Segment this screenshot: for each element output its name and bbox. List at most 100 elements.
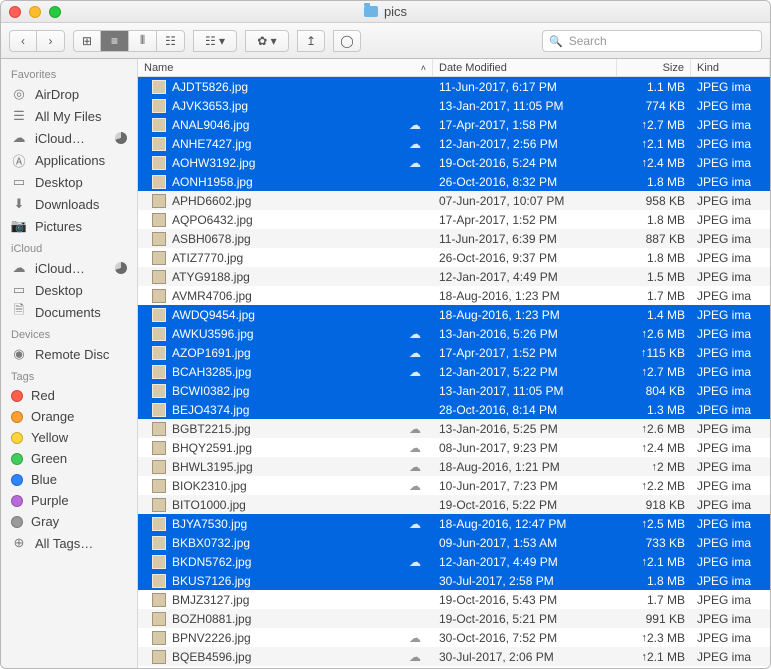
file-row[interactable]: BKBX0732.jpg09-Jun-2017, 1:53 AM 733 KBJ… [138,533,770,552]
sidebar-icon: ◉ [11,346,27,362]
sidebar-item-all-my-files[interactable]: ☰All My Files [1,105,137,127]
sidebar-item-documents[interactable]: 🗎Documents [1,301,137,323]
maximize-button[interactable] [49,6,61,18]
column-size[interactable]: Size [617,59,691,76]
file-thumbnail-icon [152,574,166,588]
search-input[interactable]: Search [542,30,762,52]
file-row[interactable]: AWKU3596.jpg☁13-Jan-2016, 5:26 PM↑ 2.6 M… [138,324,770,343]
arrange-menu[interactable]: ☷ ▾ [193,30,237,52]
sidebar-item-remote-disc[interactable]: ◉Remote Disc [1,343,137,365]
file-thumbnail-icon [152,213,166,227]
file-row[interactable]: ATIZ7770.jpg26-Oct-2016, 9:37 PM 1.8 MBJ… [138,248,770,267]
share-button[interactable]: ↥ [297,30,325,52]
forward-button[interactable]: › [37,30,65,52]
file-row[interactable]: BJYA7530.jpg☁18-Aug-2016, 12:47 PM↑ 2.5 … [138,514,770,533]
sidebar-item-applications[interactable]: ⒶApplications [1,149,137,171]
file-row[interactable]: AQPO6432.jpg17-Apr-2017, 1:52 PM 1.8 MBJ… [138,210,770,229]
file-row[interactable]: BKUS7126.jpg30-Jul-2017, 2:58 PM 1.8 MBJ… [138,571,770,590]
file-kind: JPEG ima [691,327,770,341]
file-size: 1.8 MB [647,213,685,227]
upload-arrow-icon: ↑ [631,518,647,530]
view-columns-button[interactable]: ⫴ [129,30,157,52]
file-kind: JPEG ima [691,270,770,284]
file-name: BQEB4596.jpg [172,650,397,664]
file-row[interactable]: BHWL3195.jpg☁18-Aug-2016, 1:21 PM↑ 2 MBJ… [138,457,770,476]
file-name: BPNV2226.jpg [172,631,397,645]
file-row[interactable]: ANHE7427.jpg☁12-Jan-2017, 2:56 PM↑ 2.1 M… [138,134,770,153]
file-row[interactable]: AJVK3653.jpg13-Jan-2017, 11:05 PM 774 KB… [138,96,770,115]
file-row[interactable]: BMJZ3127.jpg19-Oct-2016, 5:43 PM 1.7 MBJ… [138,590,770,609]
tag-label: Green [31,451,67,466]
tag-dot-icon [11,516,23,528]
tags-button[interactable]: ◯ [333,30,361,52]
file-date: 11-Jun-2017, 6:39 PM [433,232,617,246]
sidebar-label: Downloads [35,197,99,212]
file-size: 774 KB [646,99,685,113]
sidebar-item-airdrop[interactable]: ◎AirDrop [1,83,137,105]
file-kind: JPEG ima [691,574,770,588]
file-thumbnail-icon [152,422,166,436]
cloud-icon: ☁ [403,118,427,132]
file-row[interactable]: AVMR4706.jpg18-Aug-2016, 1:23 PM 1.7 MBJ… [138,286,770,305]
sidebar-tag-blue[interactable]: Blue [1,469,137,490]
file-row[interactable]: ASBH0678.jpg11-Jun-2017, 6:39 PM 887 KBJ… [138,229,770,248]
file-row[interactable]: BIOK2310.jpg☁10-Jun-2017, 7:23 PM↑ 2.2 M… [138,476,770,495]
file-name: ANAL9046.jpg [172,118,397,132]
file-thumbnail-icon [152,536,166,550]
cloud-icon: ☁ [403,555,427,569]
column-kind[interactable]: Kind [691,59,770,76]
file-row[interactable]: AWDQ9454.jpg18-Aug-2016, 1:23 PM 1.4 MBJ… [138,305,770,324]
sidebar-tag-all-tags-[interactable]: ⊕All Tags… [1,532,137,554]
sidebar-item-pictures[interactable]: 📷Pictures [1,215,137,237]
tag-label: Blue [31,472,57,487]
file-name: BCWI0382.jpg [172,384,397,398]
sidebar-label: Desktop [35,283,83,298]
action-menu[interactable]: ✿ ▾ [245,30,289,52]
file-list[interactable]: AJDT5826.jpg11-Jun-2017, 6:17 PM 1.1 MBJ… [138,77,770,668]
sidebar-item-icloud-[interactable]: ☁iCloud… [1,127,137,149]
file-row[interactable]: AONH1958.jpg26-Oct-2016, 8:32 PM 1.8 MBJ… [138,172,770,191]
sidebar-item-desktop[interactable]: ▭Desktop [1,279,137,301]
column-name[interactable]: Name˄ [138,59,433,76]
file-thumbnail-icon [152,270,166,284]
file-row[interactable]: AJDT5826.jpg11-Jun-2017, 6:17 PM 1.1 MBJ… [138,77,770,96]
tag-dot-icon [11,390,23,402]
column-date-modified[interactable]: Date Modified [433,59,617,76]
file-row[interactable]: BEJO4374.jpg28-Oct-2016, 8:14 PM 1.3 MBJ… [138,400,770,419]
file-row[interactable]: AOHW3192.jpg☁19-Oct-2016, 5:24 PM↑ 2.4 M… [138,153,770,172]
file-row[interactable]: ATYG9188.jpg12-Jan-2017, 4:49 PM 1.5 MBJ… [138,267,770,286]
file-row[interactable]: BKDN5762.jpg☁12-Jan-2017, 4:49 PM↑ 2.1 M… [138,552,770,571]
view-icons-button[interactable]: ⊞ [73,30,101,52]
sidebar-item-downloads[interactable]: ⬇Downloads [1,193,137,215]
sidebar-icon: ☰ [11,108,27,124]
file-row[interactable]: BPNV2226.jpg☁30-Oct-2016, 7:52 PM↑ 2.3 M… [138,628,770,647]
minimize-button[interactable] [29,6,41,18]
close-button[interactable] [9,6,21,18]
sidebar-tag-gray[interactable]: Gray [1,511,137,532]
view-coverflow-button[interactable]: ☷ [157,30,185,52]
file-kind: JPEG ima [691,232,770,246]
file-row[interactable]: BHQY2591.jpg☁08-Jun-2017, 9:23 PM↑ 2.4 M… [138,438,770,457]
sidebar-item-desktop[interactable]: ▭Desktop [1,171,137,193]
file-row[interactable]: BITO1000.jpg19-Oct-2016, 5:22 PM 918 KBJ… [138,495,770,514]
back-button[interactable]: ‹ [9,30,37,52]
sidebar-tag-orange[interactable]: Orange [1,406,137,427]
sidebar-tag-purple[interactable]: Purple [1,490,137,511]
file-row[interactable]: BCWI0382.jpg13-Jan-2017, 11:05 PM 804 KB… [138,381,770,400]
sidebar-tag-red[interactable]: Red [1,385,137,406]
file-row[interactable]: ANAL9046.jpg☁17-Apr-2017, 1:58 PM↑ 2.7 M… [138,115,770,134]
sidebar-tag-yellow[interactable]: Yellow [1,427,137,448]
sidebar-head-icloud: iCloud [1,237,137,257]
file-kind: JPEG ima [691,498,770,512]
file-name: APHD6602.jpg [172,194,397,208]
sidebar-tag-green[interactable]: Green [1,448,137,469]
file-thumbnail-icon [152,137,166,151]
view-list-button[interactable]: ≡ [101,30,129,52]
file-row[interactable]: BQEB4596.jpg☁30-Jul-2017, 2:06 PM↑ 2.1 M… [138,647,770,666]
file-row[interactable]: BCAH3285.jpg☁12-Jan-2017, 5:22 PM↑ 2.7 M… [138,362,770,381]
sidebar-item-icloud-[interactable]: ☁iCloud… [1,257,137,279]
file-row[interactable]: BGBT2215.jpg☁13-Jan-2016, 5:25 PM↑ 2.6 M… [138,419,770,438]
file-row[interactable]: APHD6602.jpg07-Jun-2017, 10:07 PM 958 KB… [138,191,770,210]
file-row[interactable]: AZOP1691.jpg☁17-Apr-2017, 1:52 PM↑ 115 K… [138,343,770,362]
file-row[interactable]: BOZH0881.jpg19-Oct-2016, 5:21 PM 991 KBJ… [138,609,770,628]
